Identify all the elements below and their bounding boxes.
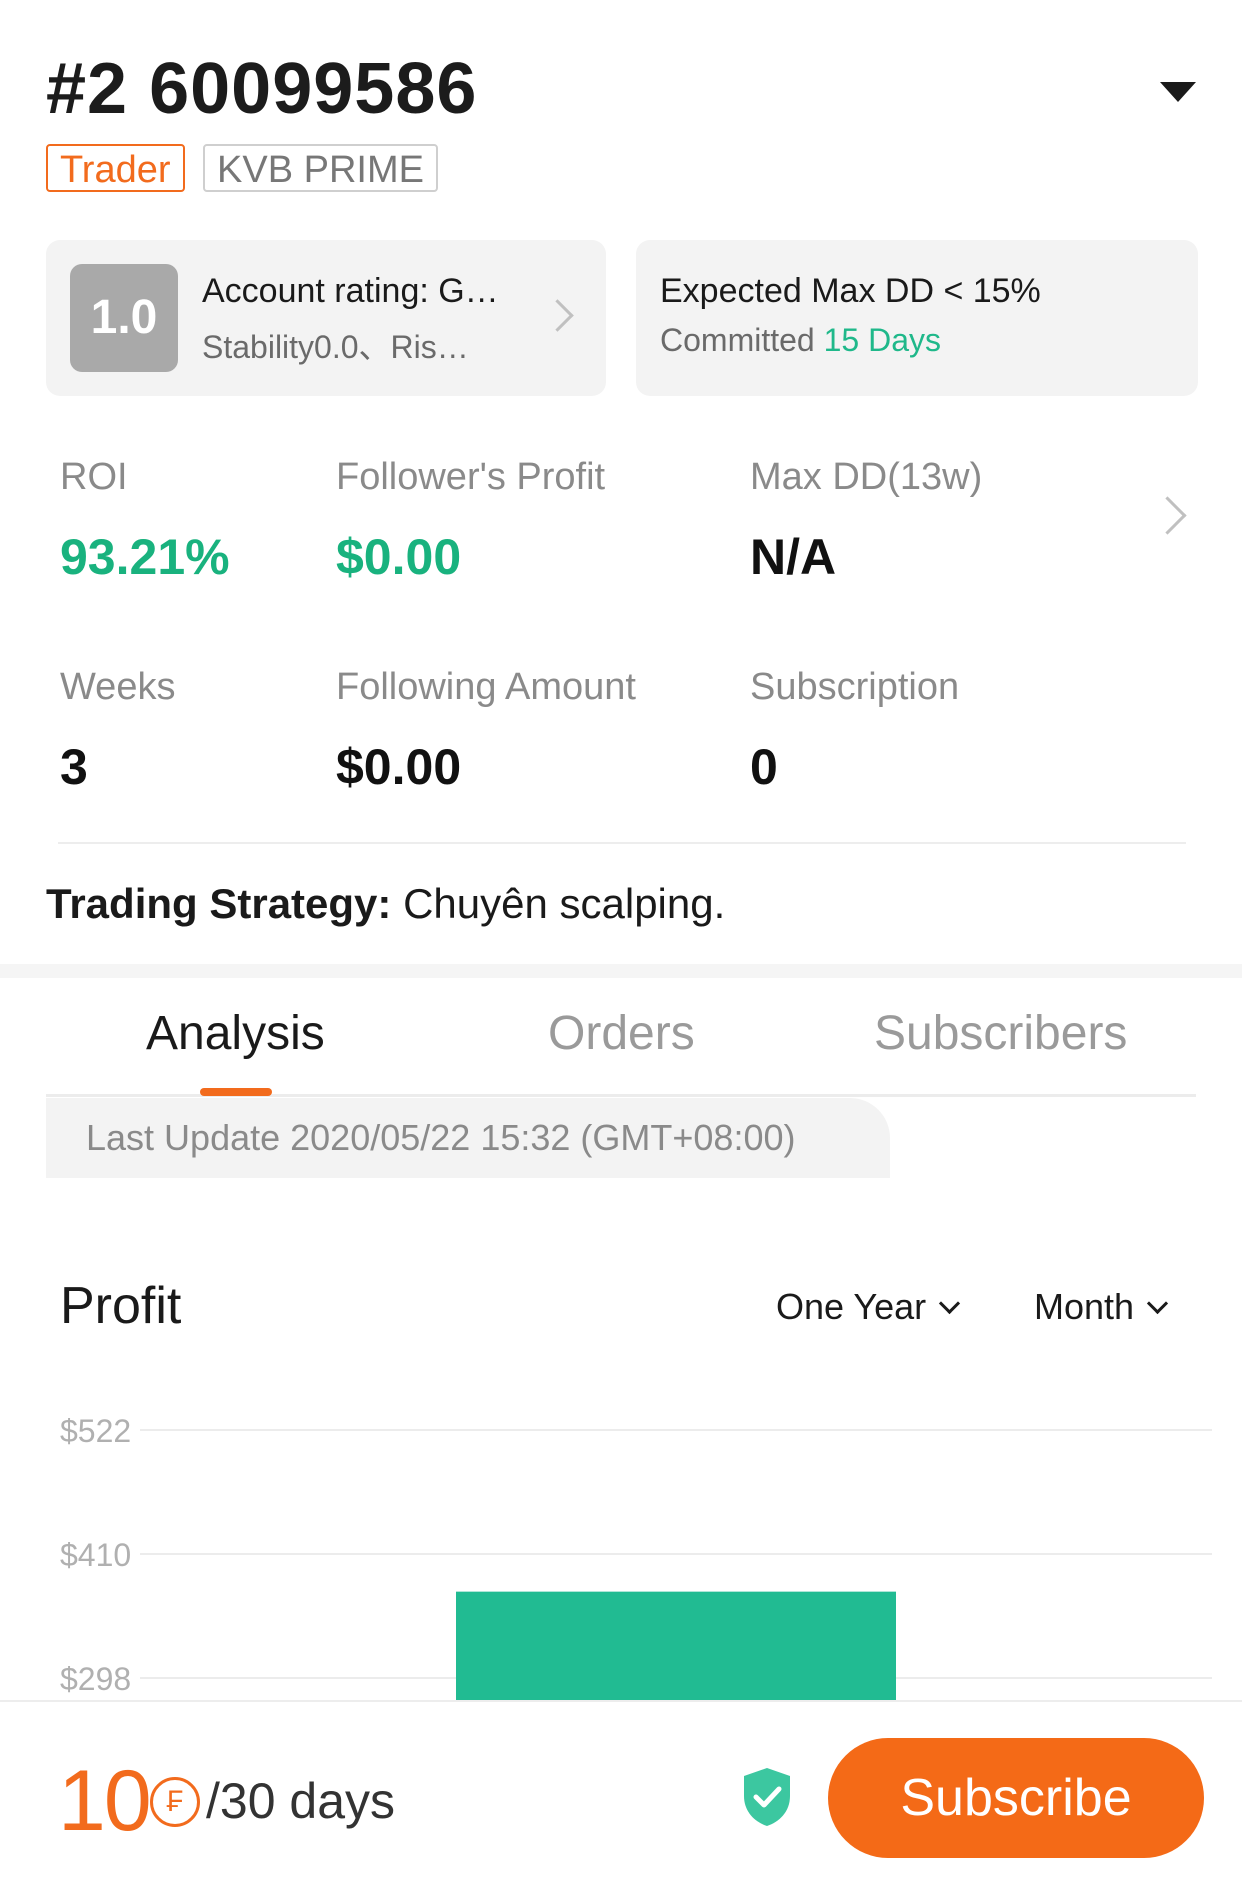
range-selector-label: One Year xyxy=(776,1286,927,1327)
y-tick-label: $298 xyxy=(60,1661,131,1697)
profit-chart: $522 $410 $298 xyxy=(60,1413,1212,1700)
subscribe-button[interactable]: Subscribe xyxy=(828,1738,1204,1858)
period-selector-label: Month xyxy=(1034,1286,1135,1327)
chevron-right-icon[interactable] xyxy=(1148,496,1187,535)
chevron-down-icon xyxy=(939,1292,961,1315)
trading-strategy: Trading Strategy: Chuyên scalping. xyxy=(46,880,725,928)
last-update-banner: Last Update 2020/05/22 15:32 (GMT+08:00) xyxy=(46,1098,890,1178)
weeks-value: 3 xyxy=(60,739,88,795)
subscription-period: /30 days xyxy=(206,1773,396,1829)
profit-bar[interactable] xyxy=(456,1591,896,1700)
dropdown-caret-icon[interactable] xyxy=(1160,82,1196,102)
subscription-label: Subscription xyxy=(750,666,960,708)
roi-value: 93.21% xyxy=(60,529,230,585)
broker-tag: KVB PRIME xyxy=(203,144,438,192)
committed-days: Committed 15 Days xyxy=(660,322,941,359)
commitment-card: Expected Max DD < 15% Committed 15 Days xyxy=(636,240,1198,396)
tab-orders[interactable]: Orders xyxy=(548,1006,695,1061)
subscription-value: 0 xyxy=(750,739,778,795)
rating-title: Account rating: G… xyxy=(202,272,499,310)
followers-profit-value: $0.00 xyxy=(336,529,462,585)
subscription-price: 10 xyxy=(58,1753,152,1849)
rating-score-badge: 1.0 xyxy=(70,264,178,372)
trader-tag: Trader xyxy=(46,144,185,192)
period-selector[interactable]: Month xyxy=(1034,1286,1169,1328)
profit-title: Profit xyxy=(60,1277,182,1335)
committed-value: 15 Days xyxy=(823,322,941,358)
tab-subscribers[interactable]: Subscribers xyxy=(874,1006,1127,1061)
following-amount-label: Following Amount xyxy=(336,666,636,708)
trader-title: #2 60099586 xyxy=(46,49,478,129)
max-dd-label: Max DD(13w) xyxy=(750,456,983,498)
committed-label: Committed xyxy=(660,322,815,358)
y-tick-label: $410 xyxy=(60,1537,131,1573)
coin-icon: ₣ xyxy=(150,1777,200,1827)
tab-analysis[interactable]: Analysis xyxy=(146,1006,325,1061)
strategy-text: Chuyên scalping. xyxy=(403,880,726,927)
weeks-label: Weeks xyxy=(60,666,176,708)
following-amount-value: $0.00 xyxy=(336,739,462,795)
range-selector[interactable]: One Year xyxy=(776,1286,961,1328)
roi-label: ROI xyxy=(60,456,128,498)
chevron-right-icon xyxy=(541,299,574,332)
strategy-label: Trading Strategy: xyxy=(46,880,392,927)
account-rating-card[interactable]: 1.0 Account rating: G… Stability0.0、Ris… xyxy=(46,240,606,396)
chevron-down-icon xyxy=(1146,1292,1169,1315)
divider xyxy=(58,842,1186,844)
y-tick-label: $522 xyxy=(60,1413,131,1449)
rating-subtitle: Stability0.0、Ris… xyxy=(202,329,469,365)
active-tab-indicator xyxy=(200,1088,272,1096)
expected-max-dd: Expected Max DD < 15% xyxy=(660,272,1041,310)
max-dd-value: N/A xyxy=(750,529,837,585)
section-separator xyxy=(0,964,1242,978)
shield-check-icon xyxy=(744,1768,790,1826)
followers-profit-label: Follower's Profit xyxy=(336,456,606,498)
